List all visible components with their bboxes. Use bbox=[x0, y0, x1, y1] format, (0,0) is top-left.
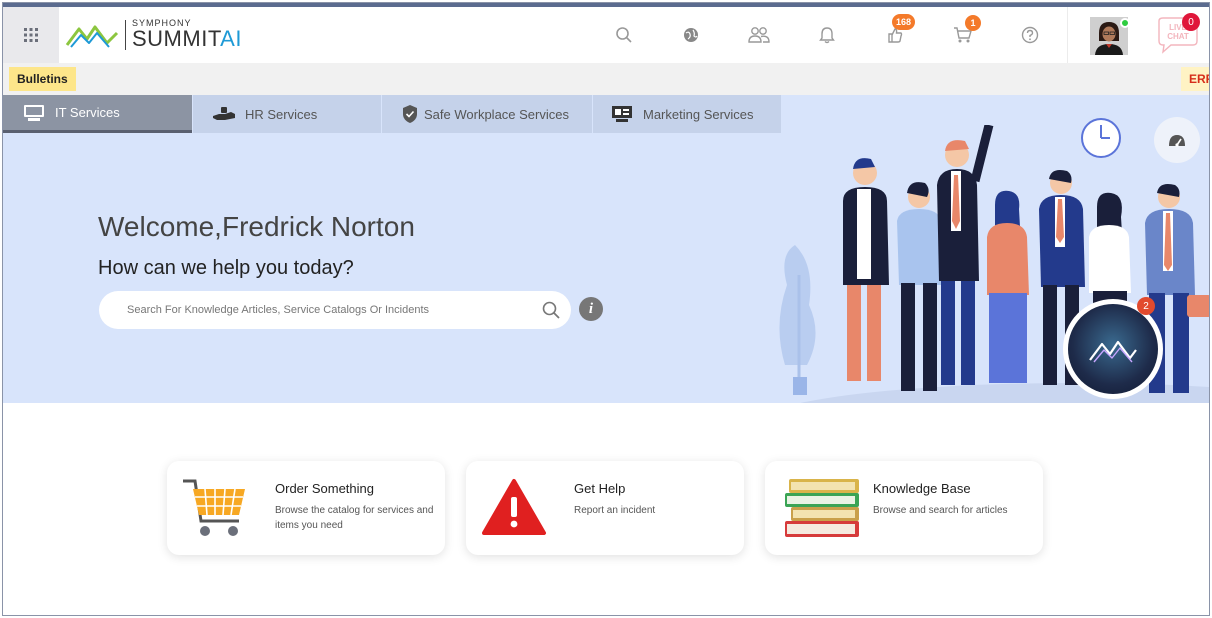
logo-summit-word: SUMMIT bbox=[132, 26, 221, 51]
global-search-input[interactable] bbox=[99, 291, 571, 329]
bulletins-label[interactable]: Bulletins bbox=[9, 67, 76, 91]
online-status-dot bbox=[1120, 18, 1130, 28]
mountain-bot-icon bbox=[1089, 340, 1137, 363]
bulletin-bar: Bulletins ERR bbox=[3, 63, 1209, 95]
tab-safe-workplace-services[interactable]: Safe Workplace Services bbox=[382, 95, 592, 133]
cart-button[interactable]: 1 bbox=[951, 15, 981, 47]
apps-grid-icon bbox=[24, 28, 38, 42]
dashboard-button[interactable] bbox=[1154, 117, 1200, 163]
users-icon bbox=[748, 27, 770, 43]
welcome-heading: Welcome,Fredrick Norton bbox=[98, 211, 415, 242]
books-stack-icon bbox=[785, 479, 859, 537]
tab-label: HR Services bbox=[245, 106, 318, 122]
search-button[interactable] bbox=[612, 23, 636, 47]
logo-big-text: SUMMITAI bbox=[132, 28, 242, 50]
help-icon bbox=[1021, 26, 1039, 44]
bulletin-ticker[interactable]: ERR bbox=[1181, 67, 1209, 91]
monitor-icon bbox=[21, 103, 47, 123]
search-icon bbox=[616, 27, 632, 43]
help-button[interactable] bbox=[1018, 23, 1042, 47]
summit-logo[interactable]: SYMPHONY SUMMITAI bbox=[65, 19, 242, 50]
apps-grid-button[interactable] bbox=[3, 7, 59, 63]
hr-handshake-icon bbox=[211, 104, 237, 124]
search-icon[interactable] bbox=[541, 300, 561, 320]
help-subtitle: How can we help you today? bbox=[98, 257, 354, 279]
chat-badge: 0 bbox=[1182, 13, 1200, 31]
hero-banner: IT Services HR Services Safe Workplace S… bbox=[3, 95, 1209, 403]
shield-icon bbox=[400, 104, 420, 124]
users-button[interactable] bbox=[747, 23, 771, 47]
shopping-cart-icon bbox=[183, 479, 245, 536]
service-tabs: IT Services HR Services Safe Workplace S… bbox=[3, 95, 782, 133]
warning-triangle-icon bbox=[482, 479, 546, 535]
app-window: SYMPHONY SUMMITAI 168 1 LIVE CHAT 0 Bull… bbox=[2, 2, 1210, 616]
clock-icon[interactable] bbox=[1080, 117, 1122, 159]
tab-it-services[interactable]: IT Services bbox=[3, 95, 192, 133]
logo-ai-word: AI bbox=[220, 26, 242, 51]
card-title: Knowledge Base bbox=[873, 481, 971, 496]
info-icon[interactable]: i bbox=[579, 297, 603, 321]
tab-label: Marketing Services bbox=[643, 106, 754, 122]
bell-icon bbox=[819, 27, 835, 44]
virtual-agent-badge: 2 bbox=[1137, 297, 1155, 315]
virtual-agent-avatar bbox=[1068, 304, 1158, 394]
logo-separator bbox=[125, 19, 126, 50]
notifications-button[interactable] bbox=[815, 23, 839, 47]
tab-hr-services[interactable]: HR Services bbox=[193, 95, 381, 133]
global-search bbox=[99, 291, 571, 329]
approvals-badge: 168 bbox=[892, 14, 916, 30]
tab-label: IT Services bbox=[55, 105, 120, 120]
card-description: Browse and search for articles bbox=[873, 505, 1008, 516]
card-title: Get Help bbox=[574, 481, 626, 496]
presentation-icon bbox=[609, 104, 635, 124]
knowledge-base-card[interactable]: Knowledge Base Browse and search for art… bbox=[765, 461, 1043, 555]
approvals-button[interactable]: 168 bbox=[883, 14, 916, 47]
speedometer-icon bbox=[1169, 135, 1185, 147]
tab-label: Safe Workplace Services bbox=[424, 106, 569, 122]
top-header: SYMPHONY SUMMITAI 168 1 LIVE CHAT 0 bbox=[3, 7, 1209, 63]
mountain-logo-icon bbox=[65, 25, 119, 48]
logo-text: SYMPHONY SUMMITAI bbox=[132, 19, 242, 50]
card-description: Browse the catalog for services and item… bbox=[275, 505, 434, 531]
order-something-card[interactable]: Order Something Browse the catalog for s… bbox=[167, 461, 445, 555]
language-button[interactable] bbox=[679, 23, 703, 47]
card-title: Order Something bbox=[275, 481, 374, 496]
globe-icon bbox=[684, 28, 698, 42]
header-divider bbox=[1067, 7, 1068, 63]
cart-badge: 1 bbox=[965, 15, 981, 31]
get-help-card[interactable]: Get Help Report an incident bbox=[466, 461, 744, 555]
card-description: Report an incident bbox=[574, 505, 656, 516]
